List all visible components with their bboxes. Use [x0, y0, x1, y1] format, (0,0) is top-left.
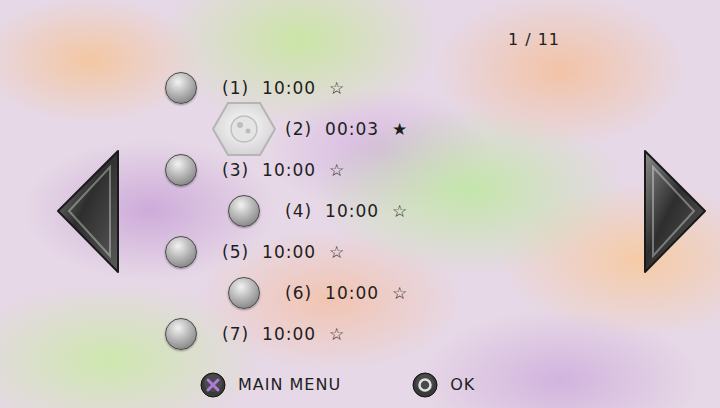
stage-orb-icon: [165, 72, 197, 104]
previous-page-button[interactable]: [55, 149, 120, 274]
stage-star: ☆: [329, 159, 345, 181]
button-label: OK: [450, 373, 475, 397]
top-bar: 1 / 11: [0, 0, 720, 60]
stage-number: (6): [285, 282, 312, 304]
stage-time: 10:00: [325, 282, 379, 304]
stage-star: ☆: [329, 77, 345, 99]
stage-select-screen: 1 / 11 (1) 10:00 ☆ (2) 00:03 ★ (3) 10:00 ☆ (4) 10:…: [0, 0, 720, 408]
stage-orb-icon: [165, 154, 197, 186]
stage-orb-icon: [228, 277, 260, 309]
main-area: (1) 10:00 ☆ (2) 00:03 ★ (3) 10:00 ☆ (4) 10:00 ☆ (5) 1…: [0, 60, 720, 362]
stage-time: 10:00: [262, 159, 316, 181]
left-arrow-icon: [55, 149, 120, 274]
stage-info: (5) 10:00 ☆: [222, 241, 345, 263]
right-arrow-icon: [643, 149, 708, 274]
stage-info: (6) 10:00 ☆: [285, 282, 408, 304]
button-hint[interactable]: MAIN MENU: [200, 372, 341, 398]
cross-button-icon: [200, 372, 226, 398]
stage-star: ☆: [392, 282, 408, 304]
stage-list: (1) 10:00 ☆ (2) 00:03 ★ (3) 10:00 ☆ (4) 10:00 ☆ (5) 1…: [165, 68, 643, 355]
stage-info: (7) 10:00 ☆: [222, 323, 345, 345]
stage-row[interactable]: (4) 10:00 ☆: [165, 191, 643, 232]
button-hint[interactable]: OK: [412, 372, 475, 398]
stage-star: ☆: [329, 323, 345, 345]
stage-row[interactable]: (7) 10:00 ☆: [165, 314, 643, 355]
stage-info: (4) 10:00 ☆: [285, 200, 408, 222]
stage-star: ☆: [392, 200, 408, 222]
stage-info: (2) 00:03 ★: [285, 118, 408, 140]
stage-time: 00:03: [325, 118, 379, 140]
stage-row[interactable]: (5) 10:00 ☆: [165, 232, 643, 273]
stage-row[interactable]: (3) 10:00 ☆: [165, 150, 643, 191]
stage-number: (7): [222, 323, 249, 345]
stage-star: ☆: [329, 241, 345, 263]
stage-orb-icon: [165, 318, 197, 350]
hexagon-cursor-icon: [211, 100, 277, 158]
button-hints: MAIN MENU OK: [0, 362, 720, 408]
stage-star: ★: [392, 118, 408, 140]
stage-row[interactable]: (2) 00:03 ★: [165, 109, 643, 150]
page-indicator: 1 / 11: [508, 30, 560, 50]
stage-info: (1) 10:00 ☆: [222, 77, 345, 99]
stage-number: (4): [285, 200, 312, 222]
stage-time: 10:00: [325, 200, 379, 222]
stage-number: (3): [222, 159, 249, 181]
stage-row[interactable]: (6) 10:00 ☆: [165, 273, 643, 314]
stage-number: (1): [222, 77, 249, 99]
stage-number: (2): [285, 118, 312, 140]
stage-number: (5): [222, 241, 249, 263]
selection-cursor: [228, 113, 260, 145]
stage-time: 10:00: [262, 77, 316, 99]
stage-orb-icon: [228, 195, 260, 227]
stage-orb-icon: [165, 236, 197, 268]
stage-time: 10:00: [262, 241, 316, 263]
next-page-button[interactable]: [643, 149, 708, 274]
button-label: MAIN MENU: [238, 373, 341, 397]
stage-time: 10:00: [262, 323, 316, 345]
circle-button-icon: [412, 372, 438, 398]
stage-info: (3) 10:00 ☆: [222, 159, 345, 181]
